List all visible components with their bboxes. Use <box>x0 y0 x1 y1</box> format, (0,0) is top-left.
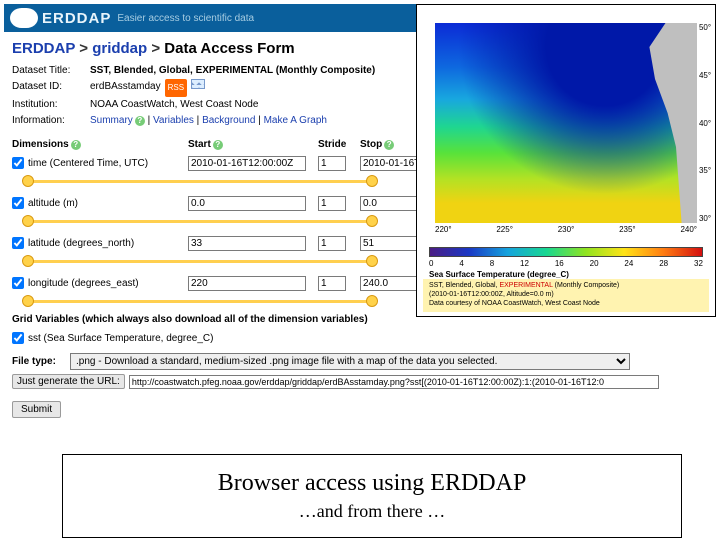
dim-time-slider[interactable] <box>24 176 376 186</box>
dim-longitude-stride[interactable] <box>318 276 346 291</box>
dataset-id: erdBAsstamday <box>90 79 161 97</box>
url-output[interactable] <box>129 375 659 389</box>
dim-altitude-checkbox[interactable] <box>12 197 24 209</box>
generate-url-button[interactable]: Just generate the URL: <box>12 374 125 389</box>
colorbar <box>429 247 703 257</box>
filetype-label: File type: <box>12 356 70 367</box>
link-make-graph[interactable]: Make A Graph <box>264 115 327 126</box>
dim-latitude-checkbox[interactable] <box>12 237 24 249</box>
meta-title-label: Dataset Title: <box>12 63 90 79</box>
breadcrumb-current: Data Access Form <box>164 40 294 57</box>
dim-altitude-stride[interactable] <box>318 196 346 211</box>
lat-axis: 50°45°40°35°30° <box>697 23 713 223</box>
url-row: Just generate the URL: <box>12 374 708 389</box>
link-summary[interactable]: Summary <box>90 115 133 126</box>
slide-caption: Browser access using ERDDAP …and from th… <box>62 454 682 538</box>
dim-altitude-start[interactable] <box>188 196 306 211</box>
colorbar-title: Sea Surface Temperature (degree_C) <box>423 268 709 279</box>
lon-axis: 220°225°230°235°240° <box>435 225 697 239</box>
noaa-logo-icon <box>10 8 38 28</box>
dim-time-stride[interactable] <box>318 156 346 171</box>
meta-inst-label: Institution: <box>12 97 90 113</box>
dim-time-label: time (Centered Time, UTC) <box>28 158 148 169</box>
link-background[interactable]: Background <box>202 115 255 126</box>
colorbar-zone: 048121620242832 Sea Surface Temperature … <box>417 241 715 316</box>
help-icon[interactable]: ? <box>213 140 223 150</box>
link-variables[interactable]: Variables <box>153 115 194 126</box>
dim-altitude-slider[interactable] <box>24 216 376 226</box>
caption-line1: Browser access using ERDDAP <box>218 470 527 497</box>
col-dimensions: Dimensions <box>12 139 69 150</box>
dim-longitude-checkbox[interactable] <box>12 277 24 289</box>
help-icon[interactable]: ? <box>135 116 145 126</box>
help-icon[interactable]: ? <box>384 140 394 150</box>
rss-badge[interactable]: RSS <box>165 79 187 97</box>
colorbar-meta: SST, Blended, Global, EXPERIMENTAL (Mont… <box>423 279 709 312</box>
map-preview-panel: 50°45°40°35°30° 220°225°230°235°240° 048… <box>416 4 716 317</box>
dim-time-start[interactable] <box>188 156 306 171</box>
submit-button[interactable]: Submit <box>12 401 61 418</box>
filetype-select[interactable]: .png - Download a standard, medium-sized… <box>70 353 630 370</box>
colorbar-ticks: 048121620242832 <box>423 259 709 268</box>
email-icon[interactable] <box>191 79 205 89</box>
app-title: ERDDAP <box>42 10 111 27</box>
col-start: Start <box>188 139 211 150</box>
col-stride: Stride <box>318 139 346 150</box>
help-icon[interactable]: ? <box>71 140 81 150</box>
breadcrumb-erddap[interactable]: ERDDAP <box>12 40 75 57</box>
caption-line2: …and from there … <box>299 501 445 522</box>
meta-info-label: Information: <box>12 113 90 129</box>
dataset-title: SST, Blended, Global, EXPERIMENTAL (Mont… <box>90 63 375 79</box>
dim-altitude-label: altitude (m) <box>28 198 78 209</box>
col-stop: Stop <box>360 139 382 150</box>
dim-time-checkbox[interactable] <box>12 157 24 169</box>
filetype-row: File type: .png - Download a standard, m… <box>12 353 708 370</box>
institution: NOAA CoastWatch, West Coast Node <box>90 97 258 113</box>
dim-latitude-stride[interactable] <box>318 236 346 251</box>
dim-longitude-start[interactable] <box>188 276 306 291</box>
dim-latitude-label: latitude (degrees_north) <box>28 238 134 249</box>
gridvar-row-sst: sst (Sea Surface Temperature, degree_C) <box>12 327 708 349</box>
sst-map: 50°45°40°35°30° 220°225°230°235°240° <box>417 5 715 241</box>
breadcrumb-griddap[interactable]: griddap <box>92 40 147 57</box>
app-tagline: Easier access to scientific data <box>117 13 254 24</box>
dim-longitude-slider[interactable] <box>24 296 376 306</box>
gridvar-sst-label: sst (Sea Surface Temperature, degree_C) <box>28 333 213 344</box>
dim-latitude-start[interactable] <box>188 236 306 251</box>
gridvar-sst-checkbox[interactable] <box>12 332 24 344</box>
dim-latitude-slider[interactable] <box>24 256 376 266</box>
meta-id-label: Dataset ID: <box>12 79 90 97</box>
dim-longitude-label: longitude (degrees_east) <box>28 278 139 289</box>
